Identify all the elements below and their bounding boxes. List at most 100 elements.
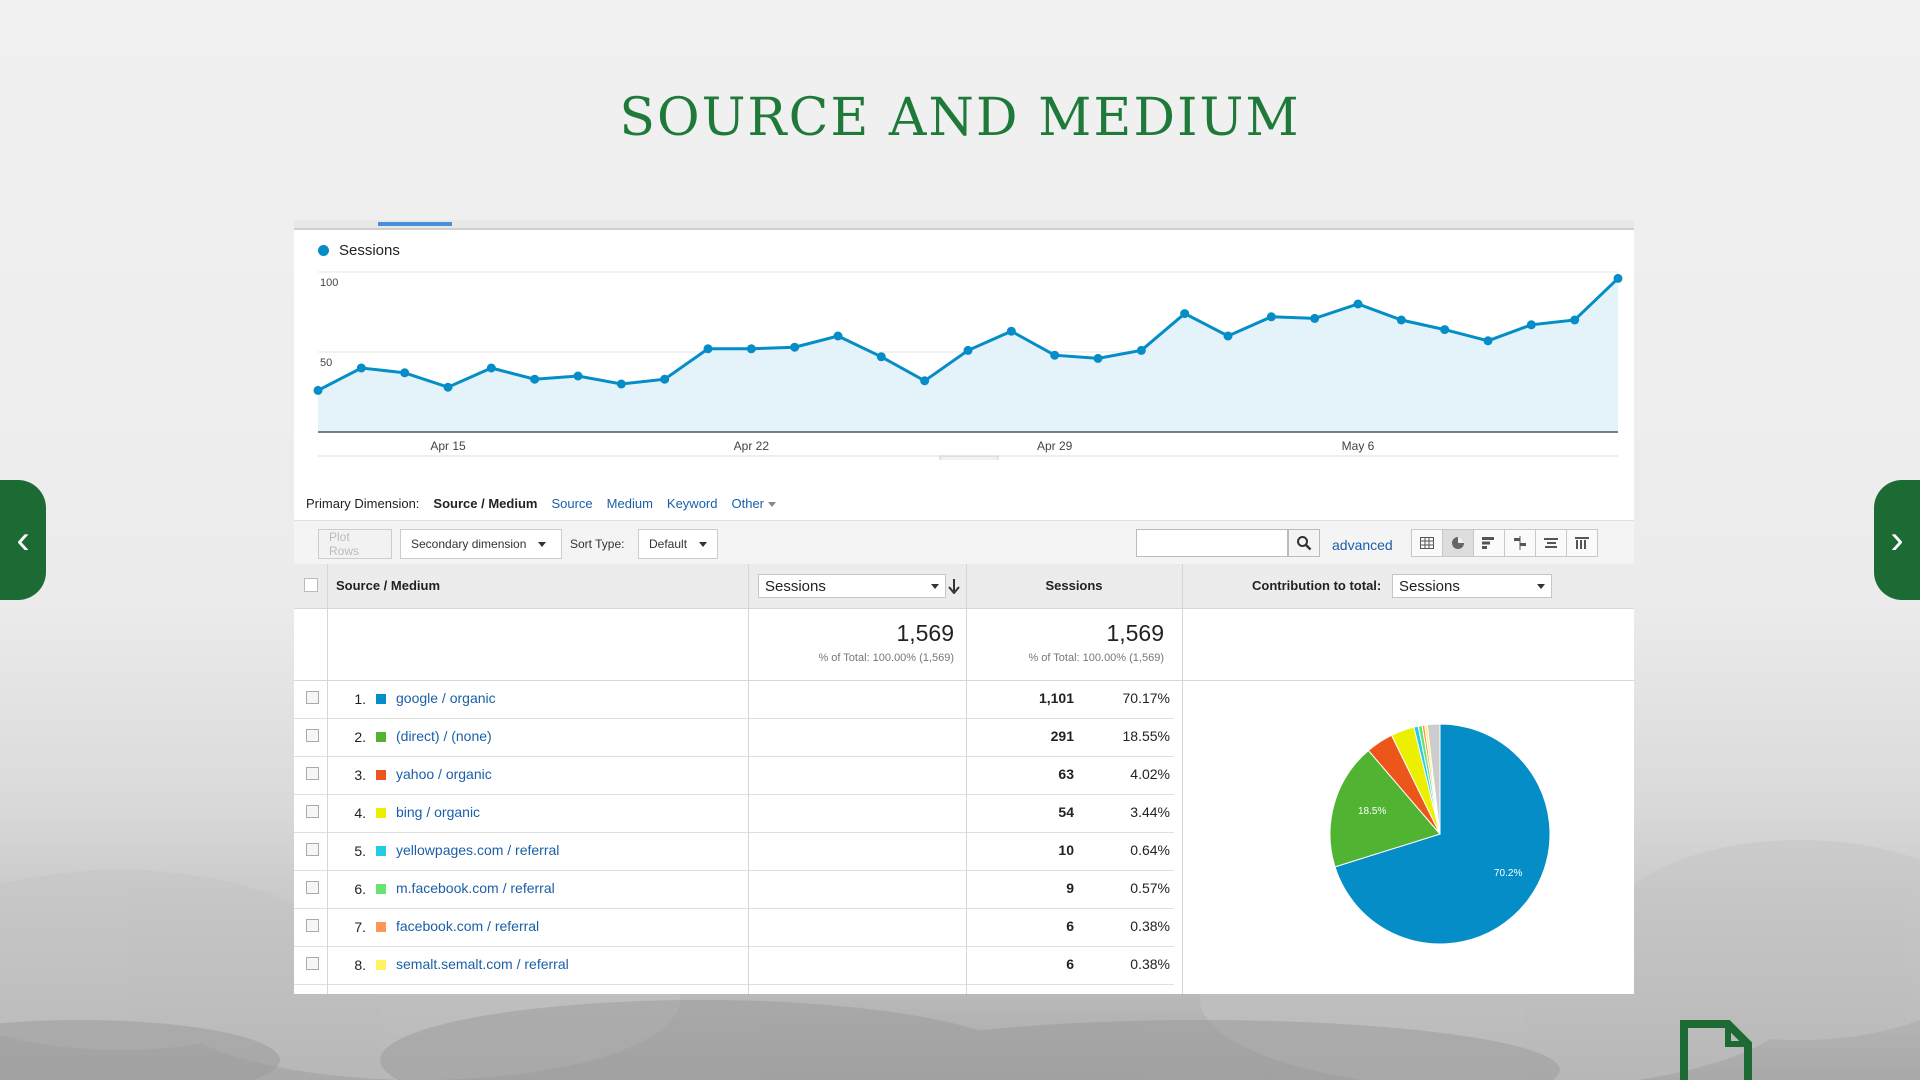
data-point bbox=[616, 379, 626, 389]
secondary-dimension-dropdown[interactable]: Secondary dimension bbox=[400, 529, 562, 559]
primary-dimension-label: Primary Dimension: bbox=[306, 496, 420, 511]
advanced-filter-link[interactable]: advanced bbox=[1332, 537, 1393, 553]
metric-select[interactable]: Sessions bbox=[758, 574, 946, 598]
dimension-keyword-link[interactable]: Keyword bbox=[667, 496, 718, 511]
dimension-medium-link[interactable]: Medium bbox=[607, 496, 653, 511]
data-point bbox=[1093, 353, 1103, 363]
data-point bbox=[400, 368, 410, 378]
table-header: Source / Medium Sessions Sessions Contri… bbox=[294, 564, 1634, 609]
row-checkbox[interactable] bbox=[306, 957, 319, 970]
dimension-other-dropdown[interactable]: Other bbox=[731, 496, 776, 511]
secondary-dimension-label: Secondary dimension bbox=[411, 537, 527, 551]
view-percentage-button[interactable] bbox=[1442, 529, 1474, 557]
table-row: 7. facebook.com / referral 6 0.38% bbox=[294, 908, 1174, 947]
data-point bbox=[746, 344, 756, 354]
table-search-input[interactable] bbox=[1136, 529, 1288, 557]
row-source-medium-link[interactable]: semalt.semalt.com / referral bbox=[396, 956, 569, 972]
data-point bbox=[443, 382, 453, 392]
analytics-panel: Sessions 100 50 Apr 15 Apr 22 Apr 29 May 6 Pr… bbox=[294, 220, 1634, 994]
data-point bbox=[1483, 336, 1493, 346]
data-point bbox=[1570, 315, 1580, 325]
row-source-medium-link[interactable]: bing / organic bbox=[396, 804, 480, 820]
row-index: 3. bbox=[354, 767, 366, 783]
pie-label-direct: 18.5% bbox=[1358, 806, 1386, 817]
row-source-medium-link[interactable]: yahoo / organic bbox=[396, 766, 492, 782]
chart-resize-handle[interactable] bbox=[939, 455, 999, 460]
chart-legend[interactable]: Sessions bbox=[318, 242, 400, 259]
previous-slide-button[interactable]: ‹ bbox=[0, 480, 46, 600]
data-point bbox=[660, 374, 670, 384]
row-sessions-percent: 0.38% bbox=[1130, 918, 1170, 934]
column-header-sessions-percent[interactable]: Sessions bbox=[966, 578, 1182, 593]
view-comparison-button[interactable] bbox=[1504, 529, 1536, 557]
pie-chart-icon bbox=[1452, 537, 1464, 549]
row-sessions: 9 bbox=[1066, 880, 1074, 896]
row-checkbox[interactable] bbox=[306, 919, 319, 932]
row-checkbox[interactable] bbox=[306, 805, 319, 818]
row-source-medium-link[interactable]: facebook.com / referral bbox=[396, 918, 539, 934]
row-sessions-percent: 0.38% bbox=[1130, 956, 1170, 972]
table-row: 5. yellowpages.com / referral 10 0.64% bbox=[294, 832, 1174, 871]
view-data-table-button[interactable] bbox=[1411, 529, 1443, 557]
plot-rows-button[interactable]: Plot Rows bbox=[318, 529, 392, 559]
dimension-source-link[interactable]: Source bbox=[551, 496, 592, 511]
data-point bbox=[703, 344, 713, 354]
data-point bbox=[1180, 309, 1190, 319]
active-tab-indicator[interactable] bbox=[378, 222, 452, 226]
row-color-swatch bbox=[376, 846, 386, 856]
row-sessions-percent: 0.64% bbox=[1130, 842, 1170, 858]
column-divider bbox=[327, 564, 328, 994]
row-color-swatch bbox=[376, 808, 386, 818]
data-point bbox=[1310, 313, 1320, 323]
select-all-checkbox[interactable] bbox=[304, 578, 318, 592]
row-index: 2. bbox=[354, 729, 366, 745]
dimension-source-medium[interactable]: Source / Medium bbox=[433, 496, 537, 511]
row-color-swatch bbox=[376, 884, 386, 894]
legend-label: Sessions bbox=[339, 242, 400, 259]
row-checkbox[interactable] bbox=[306, 881, 319, 894]
row-source-medium-link[interactable]: (direct) / (none) bbox=[396, 728, 492, 744]
row-source-medium-link[interactable]: m.facebook.com / referral bbox=[396, 880, 555, 896]
data-point bbox=[1613, 273, 1623, 283]
table-row: 2. (direct) / (none) 291 18.55% bbox=[294, 718, 1174, 757]
column-header-source-medium[interactable]: Source / Medium bbox=[336, 578, 440, 593]
sort-type-value: Default bbox=[649, 537, 688, 551]
data-point bbox=[1526, 320, 1536, 330]
chevron-down-icon bbox=[699, 541, 708, 547]
row-index: 4. bbox=[354, 805, 366, 821]
row-color-swatch bbox=[376, 732, 386, 742]
total-sessions-percent: 1,569 bbox=[1106, 620, 1164, 646]
view-performance-button[interactable] bbox=[1473, 529, 1505, 557]
data-point bbox=[833, 331, 843, 341]
data-point bbox=[1353, 299, 1363, 309]
row-color-swatch bbox=[376, 960, 386, 970]
row-checkbox[interactable] bbox=[306, 767, 319, 780]
data-point bbox=[356, 363, 366, 373]
row-sessions: 6 bbox=[1066, 956, 1074, 972]
row-source-medium-link[interactable]: google / organic bbox=[396, 690, 496, 706]
contribution-select[interactable]: Sessions bbox=[1392, 574, 1552, 598]
sort-type-dropdown[interactable]: Default bbox=[638, 529, 718, 559]
row-source-medium-link[interactable]: yellowpages.com / referral bbox=[396, 842, 559, 858]
series-area bbox=[318, 278, 1618, 432]
row-checkbox[interactable] bbox=[306, 843, 319, 856]
column-divider bbox=[1182, 564, 1183, 994]
row-sessions: 6 bbox=[1066, 918, 1074, 934]
chevron-left-icon: ‹ bbox=[16, 517, 30, 562]
view-pivot-button[interactable] bbox=[1566, 529, 1598, 557]
view-term-cloud-button[interactable] bbox=[1535, 529, 1567, 557]
row-sessions-percent: 18.55% bbox=[1122, 728, 1170, 744]
term-cloud-icon bbox=[1544, 538, 1558, 548]
table-row: 6. m.facebook.com / referral 9 0.57% bbox=[294, 870, 1174, 909]
row-checkbox[interactable] bbox=[306, 729, 319, 742]
totals-row: 1,569 % of Total: 100.00% (1,569) 1,569 … bbox=[294, 608, 1634, 681]
search-button[interactable] bbox=[1288, 529, 1320, 557]
sort-desc-arrow-icon[interactable] bbox=[948, 578, 960, 594]
view-switcher bbox=[1411, 529, 1598, 557]
document-icon[interactable] bbox=[1680, 1020, 1752, 1080]
row-checkbox[interactable] bbox=[306, 691, 319, 704]
table-grid-icon bbox=[1420, 537, 1434, 549]
data-point bbox=[1396, 315, 1406, 325]
next-slide-button[interactable]: › bbox=[1874, 480, 1920, 600]
sessions-line-chart: 100 50 Apr 15 Apr 22 Apr 29 May 6 bbox=[313, 271, 1623, 460]
